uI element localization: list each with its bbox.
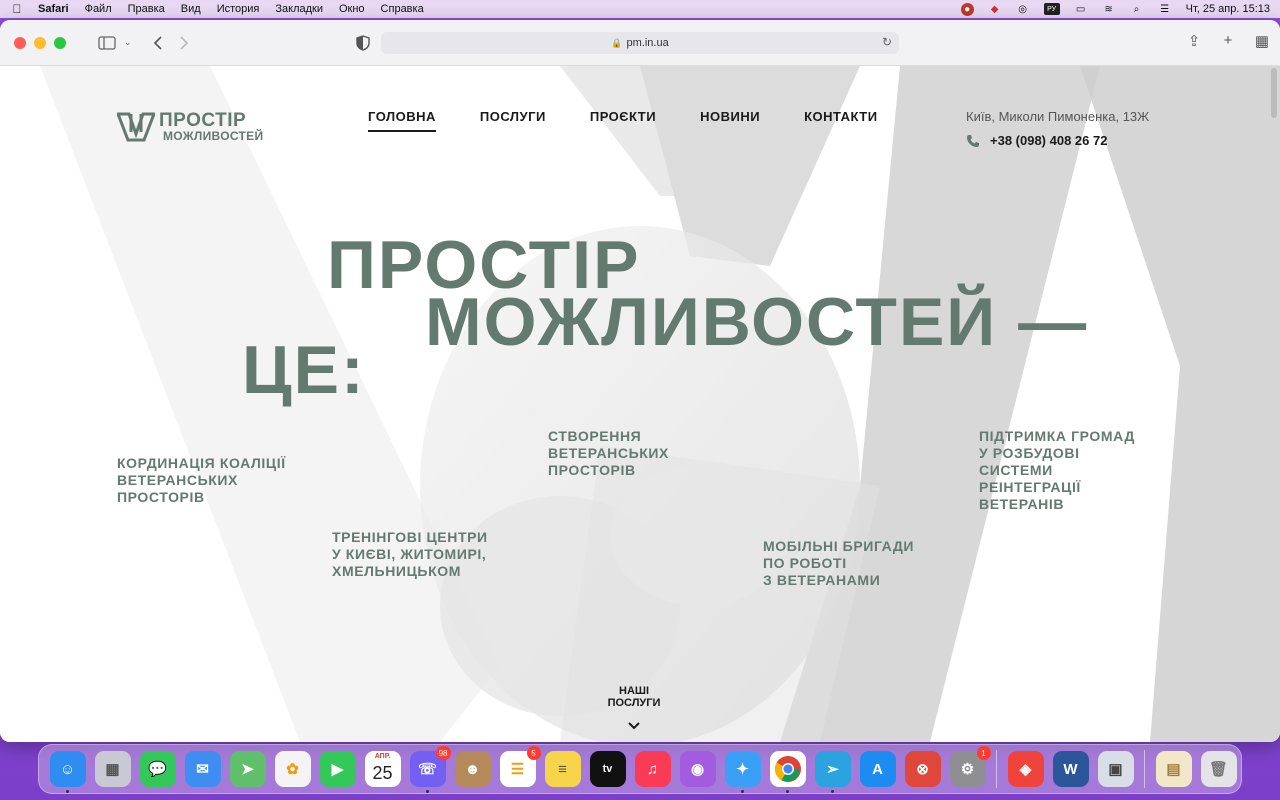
search-icon[interactable]: ⌕ [1130, 3, 1144, 15]
browser-toolbar: ⌄ 🔒 pm.in.ua ↻ ⇪ + ▦ [0, 20, 1280, 66]
phone-link[interactable]: +38 (098) 408 26 72 [966, 133, 1107, 148]
sidebar-toggle-icon[interactable] [92, 35, 122, 50]
browser-window: ⌄ 🔒 pm.in.ua ↻ ⇪ + ▦ ПРОСТІР МОЖЛИВОСТЕЙ… [0, 20, 1280, 742]
back-button[interactable] [148, 35, 168, 50]
mail-icon[interactable]: ✉ [184, 751, 221, 787]
nav-services[interactable]: ПОСЛУГИ [480, 109, 546, 132]
new-tab-icon[interactable]: + [1220, 32, 1236, 50]
hero-title-line3: ЦЕ: [242, 332, 366, 408]
system-settings-icon[interactable]: ⚙ 1 [949, 746, 991, 787]
remote-desktop-icon[interactable]: ⊗ [904, 751, 941, 787]
nav-contacts[interactable]: КОНТАКТИ [804, 109, 878, 132]
control-center-icon[interactable]: ☰ [1158, 3, 1172, 15]
trash-icon[interactable]: 🗑 [1200, 751, 1237, 787]
feature-veteran-spaces[interactable]: СТВОРЕННЯ ВЕТЕРАНСЬКИХ ПРОСТОРІВ [548, 428, 669, 479]
phone-icon [967, 134, 979, 147]
zoom-window-button[interactable] [54, 36, 66, 49]
share-icon[interactable]: ⇪ [1186, 32, 1202, 50]
web-page: ПРОСТІР МОЖЛИВОСТЕЙ ГОЛОВНА ПОСЛУГИ ПРОЄ… [0, 66, 1280, 742]
site-logo[interactable]: ПРОСТІР МОЖЛИВОСТЕЙ [117, 111, 263, 142]
menu-help[interactable]: Справка [381, 3, 424, 15]
word-icon[interactable]: W [1052, 751, 1089, 787]
calendar-day: 25 [372, 762, 393, 783]
safari-icon[interactable]: ✦ [724, 751, 761, 793]
chrome-icon[interactable] [769, 751, 806, 793]
notes-icon[interactable]: ≡ [544, 751, 581, 787]
reload-icon[interactable]: ↻ [882, 35, 892, 49]
logo-text-line1: ПРОСТІР [159, 110, 247, 131]
anydesk-icon[interactable]: ◈ [1007, 751, 1044, 787]
phone-number: +38 (098) 408 26 72 [990, 133, 1108, 148]
tab-overview-icon[interactable]: ▦ [1254, 32, 1270, 50]
photos-icon[interactable]: ✿ [274, 751, 311, 787]
dock: ☺ ▦ 💬 ✉ ➤ ✿ ▶ АПР. 25 ☏ 98 ☻ ☰ 5 ≡ tv ♫ ◉ … [38, 744, 1242, 794]
viber-icon[interactable]: ☏ 98 [409, 746, 451, 793]
menu-edit[interactable]: Правка [128, 3, 165, 15]
anydesk-status-icon[interactable]: ◆ [988, 3, 1002, 15]
keyboard-layout-indicator[interactable]: РУ [1043, 3, 1060, 15]
feature-coalition-coordination[interactable]: КОРДИНАЦІЯ КОАЛІЦІЇ ВЕТЕРАНСЬКИХ ПРОСТОР… [117, 455, 286, 506]
dock-separator [1144, 750, 1145, 788]
menu-app-name[interactable]: Safari [38, 3, 69, 15]
clock[interactable]: Чт, 25 апр. 15:13 [1186, 3, 1270, 15]
creative-cloud-icon[interactable]: ◎ [1016, 3, 1030, 15]
facetime-icon[interactable]: ▶ [319, 751, 356, 787]
calendar-month: АПР. [374, 753, 391, 760]
launchpad-icon[interactable]: ▦ [94, 751, 131, 787]
apple-tv-icon[interactable]: tv [589, 751, 626, 787]
dock-separator [996, 750, 997, 788]
preview-icon[interactable]: ▣ [1097, 751, 1134, 787]
page-scrollbar[interactable] [1271, 68, 1277, 118]
apple-icon[interactable]:  [10, 2, 24, 16]
telegram-icon[interactable]: ➢ [814, 751, 851, 793]
lock-icon: 🔒 [611, 37, 623, 48]
reminders-badge: 5 [526, 746, 541, 760]
battery-icon[interactable]: ▭ [1074, 3, 1088, 15]
feature-training-centers[interactable]: ТРЕНІНГОВІ ЦЕНТРИ У КИЄВІ, ЖИТОМИРІ, ХМЕ… [332, 529, 488, 580]
reminders-icon[interactable]: ☰ 5 [499, 746, 541, 787]
nav-news[interactable]: НОВИНИ [700, 109, 760, 132]
menu-bar:  Safari Файл Правка Вид История Закладк… [0, 0, 1280, 18]
podcasts-icon[interactable]: ◉ [679, 751, 716, 787]
wifi-icon[interactable]: ≋ [1102, 3, 1116, 15]
background-artwork [0, 66, 1280, 742]
address-text: Київ, Миколи Пимоненка, 13Ж [966, 109, 1150, 124]
settings-badge: 1 [976, 746, 991, 760]
close-window-button[interactable] [14, 36, 26, 49]
window-controls [14, 36, 66, 49]
main-navigation: ГОЛОВНА ПОСЛУГИ ПРОЄКТИ НОВИНИ КОНТАКТИ [368, 109, 922, 132]
url-text: pm.in.ua [626, 37, 669, 49]
document-icon[interactable]: ▤ [1155, 751, 1192, 787]
address-bar[interactable]: 🔒 pm.in.ua ↻ [381, 32, 899, 54]
maps-icon[interactable]: ➤ [229, 751, 266, 787]
viber-badge: 98 [435, 746, 451, 760]
menu-bookmarks[interactable]: Закладки [275, 3, 323, 15]
nav-home[interactable]: ГОЛОВНА [368, 109, 436, 132]
calendar-icon[interactable]: АПР. 25 [364, 751, 401, 787]
forward-button[interactable] [174, 35, 194, 50]
feature-mobile-teams[interactable]: МОБІЛЬНІ БРИГАДИ ПО РОБОТІ З ВЕТЕРАНАМИ [763, 538, 914, 589]
menu-window[interactable]: Окно [339, 3, 365, 15]
status-app-icon[interactable]: ● [960, 2, 974, 16]
hero-title-line2: МОЖЛИВОСТЕЙ — [425, 284, 1089, 360]
menu-file[interactable]: Файл [85, 3, 112, 15]
nav-projects[interactable]: ПРОЄКТИ [590, 109, 656, 132]
messages-icon[interactable]: 💬 [139, 751, 176, 787]
our-services-link[interactable]: НАШІ ПОСЛУГИ [594, 685, 674, 709]
chevron-down-icon[interactable] [627, 721, 641, 731]
logo-mark-icon [117, 112, 155, 141]
music-icon[interactable]: ♫ [634, 751, 671, 787]
menu-view[interactable]: Вид [181, 3, 201, 15]
contacts-icon[interactable]: ☻ [454, 751, 491, 787]
menu-history[interactable]: История [217, 3, 260, 15]
finder-icon[interactable]: ☺ [49, 751, 86, 793]
app-store-icon[interactable]: A [859, 751, 896, 787]
feature-community-support[interactable]: ПІДТРИМКА ГРОМАД У РОЗБУДОВІ СИСТЕМИ РЕІ… [979, 428, 1135, 513]
privacy-shield-icon[interactable] [356, 35, 370, 51]
minimize-window-button[interactable] [34, 36, 46, 49]
chevron-down-icon[interactable]: ⌄ [124, 37, 132, 48]
logo-text-line2: МОЖЛИВОСТЕЙ [163, 129, 264, 143]
